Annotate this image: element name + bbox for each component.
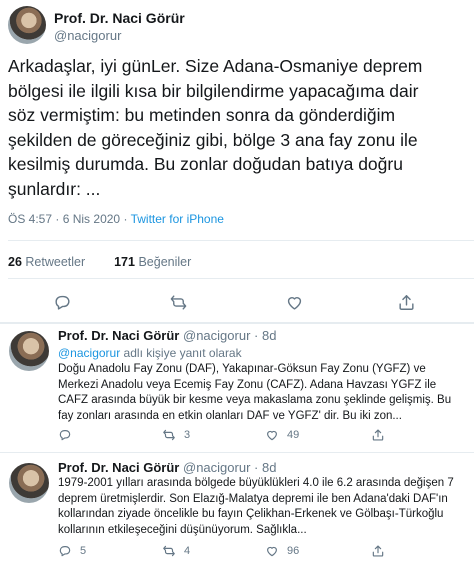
reply-author-handle[interactable]: @nacigorur <box>183 328 250 343</box>
tweet-text-line: Arkadaşlar, iyi günLer. Size Adana-Osman… <box>8 56 423 76</box>
reply-text-line: Doğu Anadolu Fay Zonu (DAF), Yakapınar-G… <box>58 363 426 375</box>
reply-button[interactable] <box>58 428 80 442</box>
heart-icon <box>287 296 301 310</box>
reply-age[interactable]: 8d <box>262 328 276 343</box>
likes-count: 171 <box>114 255 135 269</box>
reply-header: Prof. Dr. Naci Görür @nacigorur · 8d <box>58 460 276 475</box>
likes-stat[interactable]: 171 Beğeniler <box>114 255 191 269</box>
retweet-icon <box>170 294 186 310</box>
share-button[interactable] <box>392 288 420 316</box>
like-button[interactable] <box>280 288 308 316</box>
author-name[interactable]: Prof. Dr. Naci Görür <box>54 10 185 26</box>
reply-button[interactable] <box>48 288 76 316</box>
like-button[interactable]: 96 <box>265 544 299 558</box>
tweet-stats: 26 Retweetler 171 Beğeniler <box>8 255 191 269</box>
heart-icon <box>267 546 277 557</box>
reply-text-line: Merkezi Anadolu veya Ecemiş Fay Zonu (CA… <box>58 378 437 391</box>
reply-text-line: 1979-2001 yılları arasında bölgede büyük… <box>58 477 454 489</box>
reply-text: Doğu Anadolu Fay Zonu (DAF), Yakapınar-G… <box>58 362 468 424</box>
reply-author-handle[interactable]: @nacigorur <box>183 460 250 475</box>
author-avatar[interactable] <box>8 6 46 44</box>
tweet-time[interactable]: ÖS 4:57 <box>8 212 52 226</box>
heart-icon <box>267 430 277 441</box>
reply-age[interactable]: 8d <box>262 460 276 475</box>
reply-to-handle[interactable]: @nacigorur <box>58 346 120 360</box>
tweet-text-line: söz vermiştim: bu metinden sonra da gönd… <box>8 105 396 125</box>
reply-author-name[interactable]: Prof. Dr. Naci Görür <box>58 328 179 343</box>
reply-icon <box>59 430 71 441</box>
tweet-actions <box>0 288 474 316</box>
meta-separator: · <box>55 212 60 226</box>
author-handle[interactable]: @nacigorur <box>54 28 121 43</box>
share-button[interactable] <box>371 428 393 442</box>
reply-icon <box>59 546 71 557</box>
share-button[interactable] <box>371 544 393 558</box>
reply-text-line: kollarından ziyade öncelikle bu fayın Çe… <box>58 508 444 520</box>
reply-text-line: kollarının etkileşeceğini düşünüyorum. S… <box>58 523 307 536</box>
reply-header: Prof. Dr. Naci Görür @nacigorur · 8d <box>58 328 276 343</box>
tweet-text-line: kesilmiş durumda. Bu zonlar doğudan batı… <box>8 154 403 174</box>
share-icon <box>372 429 384 441</box>
reply-tweet[interactable]: Prof. Dr. Naci Görür @nacigorur · 8d 197… <box>0 456 474 573</box>
reply-text-line: fay zonları arasında en etkin olanları D… <box>58 409 402 422</box>
reply-text-line: deprem üretmişlerdir. Son Elazığ-Malatya… <box>58 492 448 505</box>
reply-icon <box>54 295 70 310</box>
reply-author-avatar[interactable] <box>9 463 49 503</box>
like-count: 49 <box>287 429 300 441</box>
retweet-button[interactable]: 3 <box>162 428 190 442</box>
tweet-text-line: şekilden de göreceğiniz gibi, bölge 3 an… <box>8 129 418 150</box>
reply-tweet[interactable]: Prof. Dr. Naci Görür @nacigorur · 8d @na… <box>0 324 474 448</box>
reply-to-suffix: adlı kişiye yanıt olarak <box>120 346 242 360</box>
share-icon <box>372 545 384 557</box>
tweet-text: Arkadaşlar, iyi günLer. Size Adana-Osman… <box>8 54 468 201</box>
meta-separator: · <box>123 212 128 226</box>
tweet-timestamp: ÖS 4:57 · 6 Nis 2020 · Twitter for iPhon… <box>8 212 224 226</box>
retweet-icon <box>163 545 175 557</box>
reply-text: 1979-2001 yılları arasında bölgede büyük… <box>58 476 468 538</box>
retweets-stat[interactable]: 26 Retweetler <box>8 255 85 269</box>
tweet-text-line: bölgesi ile ilgili kısa bir bilgilendirm… <box>8 80 419 101</box>
retweet-icon <box>163 429 175 441</box>
like-count: 96 <box>287 545 300 557</box>
reply-button[interactable]: 5 <box>58 544 86 558</box>
like-button[interactable]: 49 <box>265 428 299 442</box>
reply-actions: 5 4 96 <box>58 544 458 562</box>
reply-text-line: CAFZ arasında büyük bir kesme veya makas… <box>58 394 452 406</box>
reply-author-avatar[interactable] <box>9 331 49 371</box>
meta-separator: · <box>254 460 259 475</box>
divider <box>0 452 474 453</box>
retweets-count: 26 <box>8 255 22 269</box>
divider <box>8 240 474 241</box>
retweet-button[interactable] <box>164 288 192 316</box>
tweet-source-link[interactable]: Twitter for iPhone <box>131 212 224 226</box>
retweet-count: 4 <box>184 545 191 557</box>
meta-separator: · <box>254 328 259 343</box>
retweets-label: Retweetler <box>25 255 86 269</box>
reply-to-line: @nacigorur adlı kişiye yanıt olarak <box>58 346 242 360</box>
retweet-count: 3 <box>184 429 191 441</box>
tweet-date[interactable]: 6 Nis 2020 <box>63 212 120 226</box>
reply-author-name[interactable]: Prof. Dr. Naci Görür <box>58 460 179 475</box>
share-icon <box>398 294 414 310</box>
divider <box>8 278 474 279</box>
likes-label: Beğeniler <box>138 255 192 269</box>
reply-actions: 3 49 <box>58 428 458 446</box>
reply-count: 5 <box>80 545 87 557</box>
tweet-text-line: şunlardır: ... <box>8 178 101 199</box>
retweet-button[interactable]: 4 <box>162 544 190 558</box>
